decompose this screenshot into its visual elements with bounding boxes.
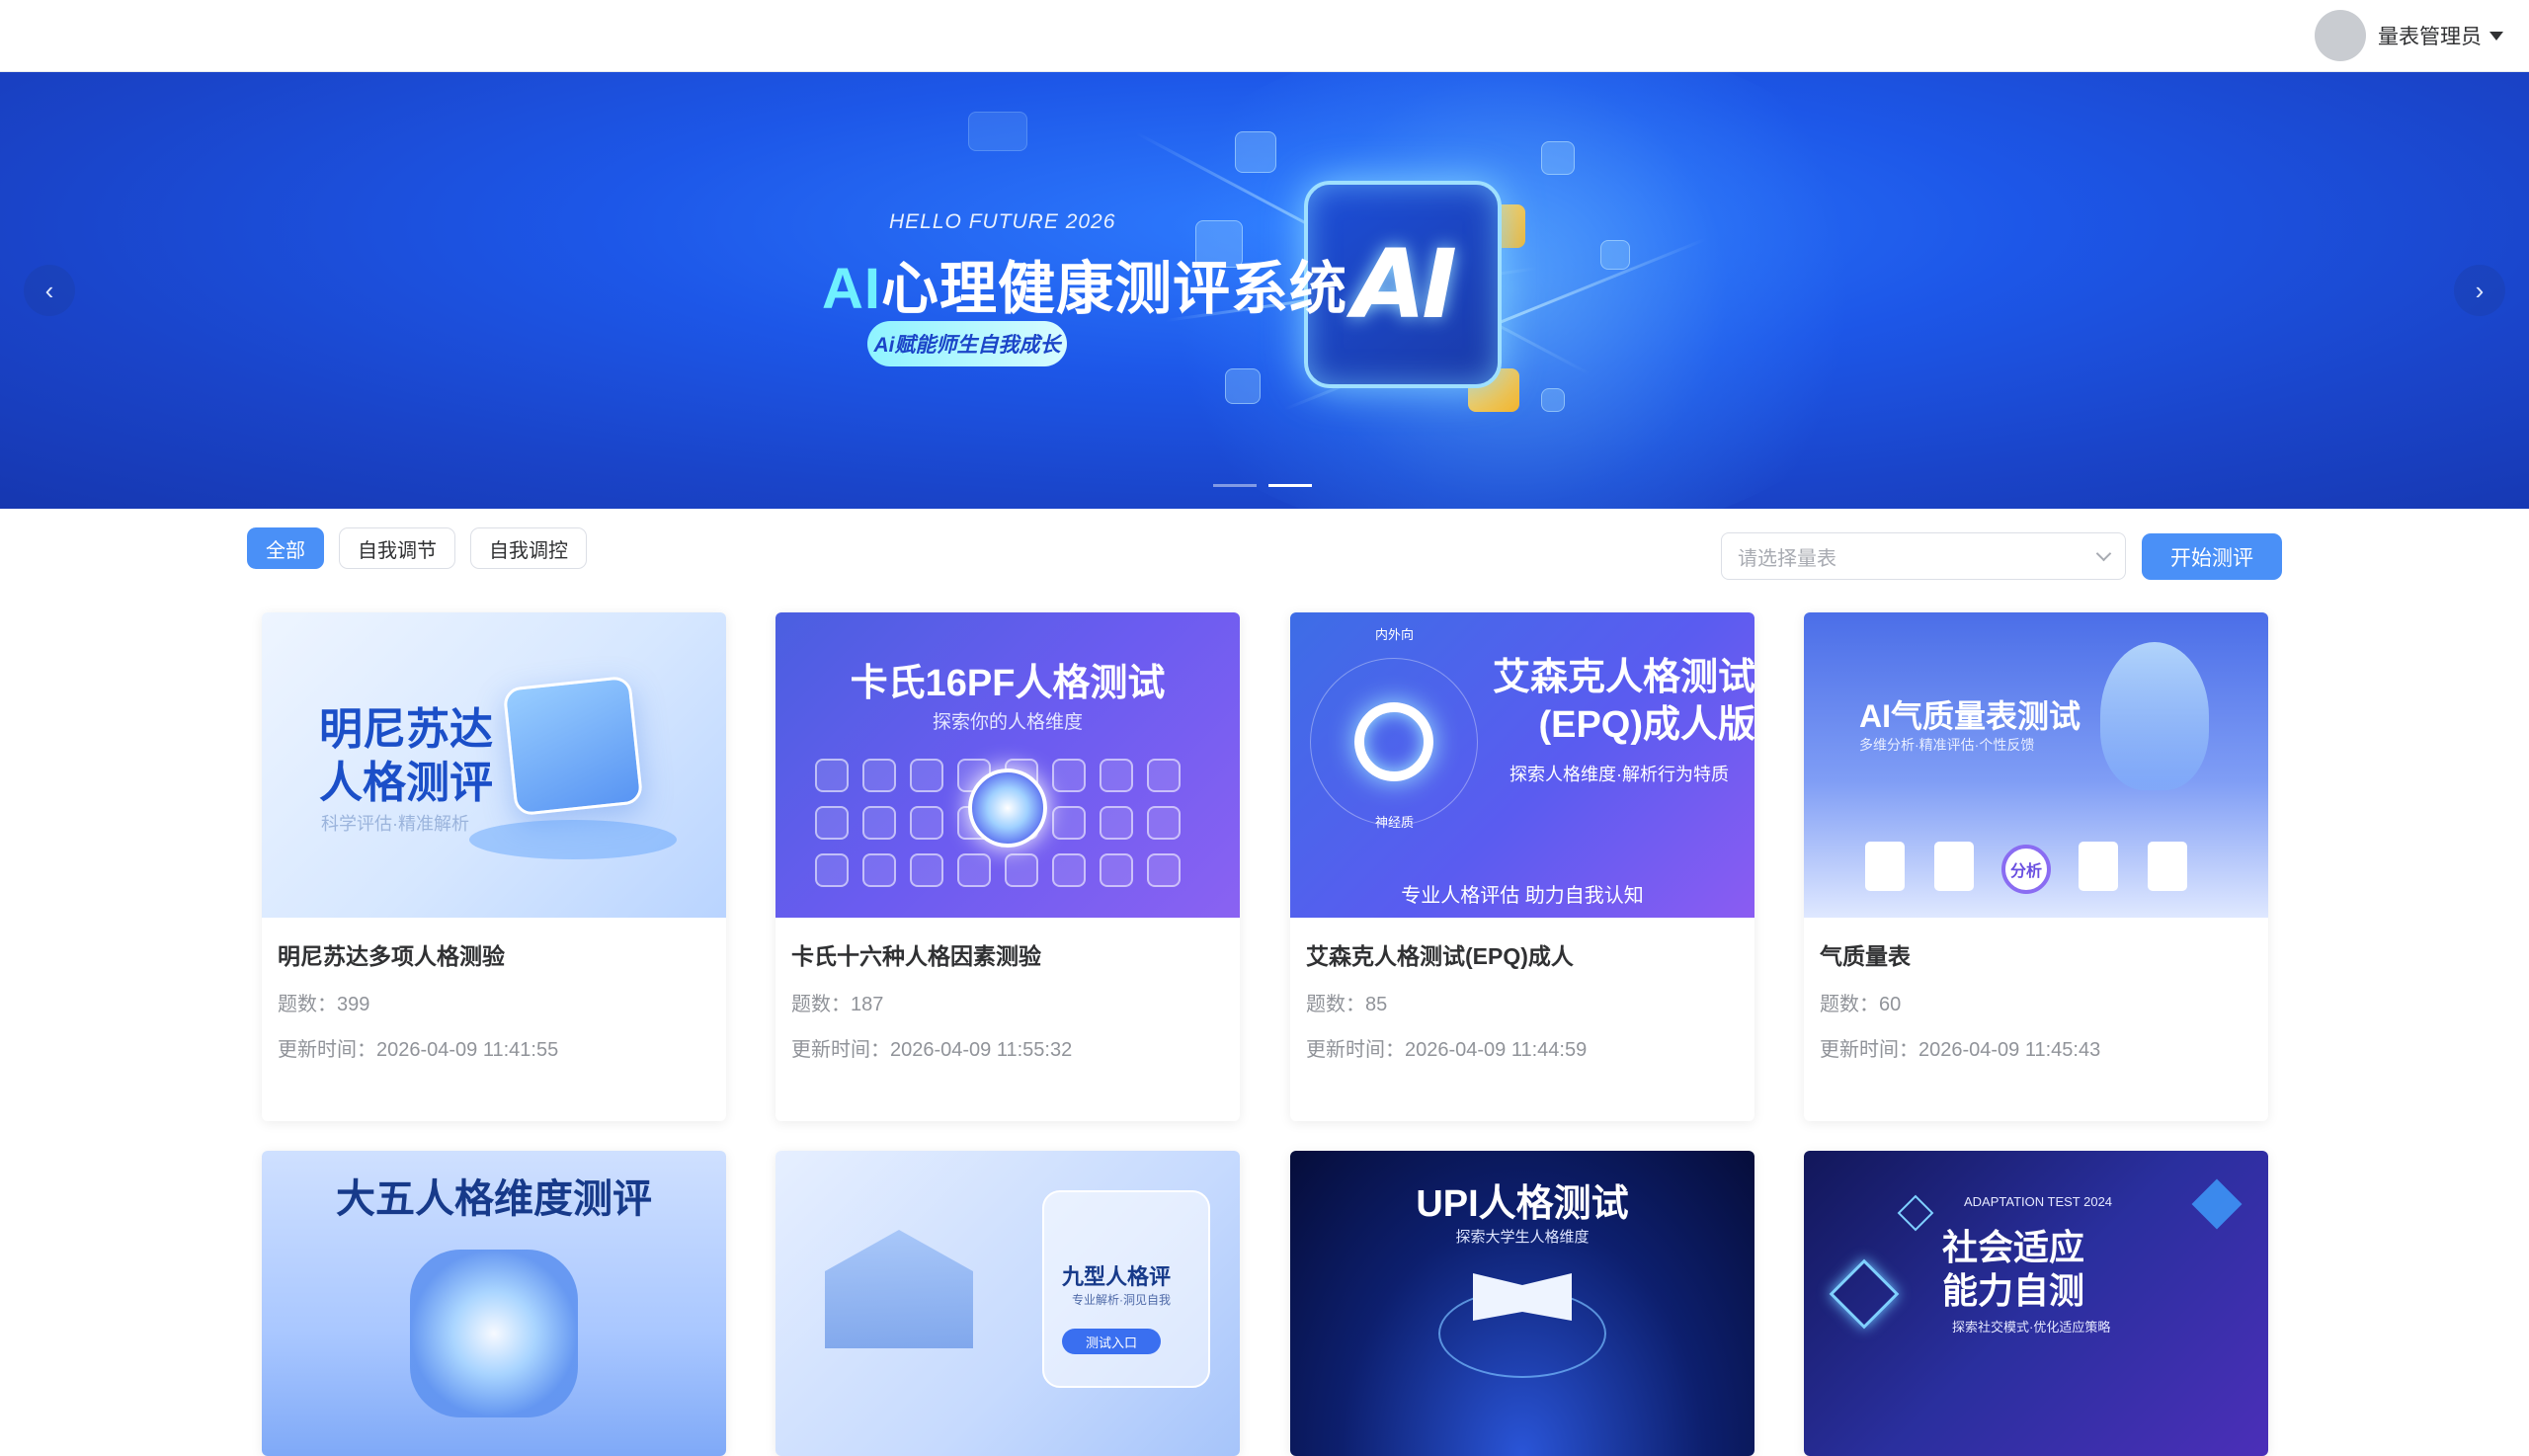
document-icon — [1934, 842, 1974, 891]
platform-illustration — [469, 820, 677, 859]
card-cover-image: 明尼苏达 人格测评 科学评估·精准解析 — [262, 612, 726, 918]
category-filters: 全部 自我调节 自我调控 — [247, 527, 587, 569]
updated-time: 更新时间：2026-04-09 11:44:59 — [1306, 1039, 1588, 1061]
chevron-down-icon — [2095, 545, 2112, 561]
floating-tile — [1541, 388, 1565, 412]
scale-card[interactable]: ADAPTATION TEST 2024 社会适应 能力自测 探索社交模式·优化… — [1804, 1151, 2268, 1456]
cover-subtitle: 探索大学生人格维度 — [1455, 1229, 1590, 1246]
cover-subtitle: 多维分析·精准评估·个性反馈 — [1859, 737, 2035, 753]
card-title: 明尼苏达多项人格测验 — [278, 943, 505, 969]
test-entry-badge: 测试入口 — [1062, 1329, 1161, 1354]
diamond-illustration — [1829, 1258, 1900, 1330]
document-icon — [1865, 842, 1905, 891]
cover-tag-top: 内外向 — [1375, 627, 1415, 642]
username[interactable]: 量表管理员 — [2378, 21, 2482, 50]
cover-subtitle: 探索你的人格维度 — [932, 712, 1083, 733]
floating-tile — [1225, 368, 1261, 404]
cover-title: 九型人格评 — [1062, 1264, 1172, 1289]
question-count: 题数：399 — [278, 994, 370, 1015]
card-cover-image: 卡氏16PF人格测试 探索你的人格维度 — [775, 612, 1240, 918]
scale-card[interactable]: 卡氏16PF人格测试 探索你的人格维度 卡氏十六种人格因素测验 题数：187 更… — [775, 612, 1240, 1121]
top-bar: 量表管理员 — [0, 0, 2529, 72]
cover-title: 卡氏16PF人格测试 — [850, 663, 1166, 704]
card-title: 艾森克人格测试(EPQ)成人 — [1306, 943, 1574, 969]
question-count: 题数：60 — [1820, 994, 1902, 1015]
glass-cube-illustration — [502, 675, 644, 817]
cover-footer: 专业人格评估 助力自我认知 — [1401, 885, 1644, 907]
floating-tile — [968, 112, 1027, 151]
octagon-illustration — [410, 1250, 578, 1417]
cover-kicker: ADAPTATION TEST 2024 — [1964, 1194, 2113, 1209]
card-cover-image: AI气质量表测试 多维分析·精准评估·个性反馈 分析 — [1804, 612, 2268, 918]
cube-illustration — [2191, 1178, 2243, 1230]
open-book-illustration — [1473, 1273, 1572, 1321]
scale-select-placeholder: 请选择量表 — [1738, 547, 1836, 570]
ai-head-illustration — [2100, 642, 2209, 790]
cover-subtitle: 科学评估·精准解析 — [321, 814, 469, 834]
user-menu[interactable]: 量表管理员 — [2315, 10, 2503, 61]
card-title: 卡氏十六种人格因素测验 — [791, 943, 1041, 969]
floating-tile — [1541, 141, 1575, 175]
scale-card[interactable]: AI气质量表测试 多维分析·精准评估·个性反馈 分析 气质量表 题数：60 更新… — [1804, 612, 2268, 1121]
cover-title: 明尼苏达 人格测评 — [319, 705, 493, 807]
carousel-next-button[interactable]: › — [2454, 265, 2505, 316]
scale-card[interactable]: 内外向 神经质 艾森克人格测试 (EPQ)成人版 探索人格维度·解析行为特质 专… — [1290, 612, 1754, 1121]
floating-tile — [1235, 131, 1276, 173]
carousel-indicators — [1213, 484, 1312, 487]
carousel-prev-button[interactable]: ‹ — [24, 265, 75, 316]
analysis-badge: 分析 — [2001, 845, 2051, 894]
filter-tag-all[interactable]: 全部 — [247, 527, 324, 569]
start-assessment-button[interactable]: 开始测评 — [2142, 533, 2282, 580]
question-count: 题数：187 — [791, 994, 884, 1015]
cover-title: AI气质量表测试 — [1859, 698, 2081, 734]
banner-kicker: HELLO FUTURE 2026 — [889, 210, 1116, 233]
card-cover-image: 大五人格维度测评 — [262, 1151, 726, 1456]
card-cover-image: UPI人格测试 探索大学生人格维度 — [1290, 1151, 1754, 1456]
card-cover-image: 内外向 神经质 艾森克人格测试 (EPQ)成人版 探索人格维度·解析行为特质 专… — [1290, 612, 1754, 918]
cover-subtitle: 探索人格维度·解析行为特质 — [1509, 765, 1729, 784]
updated-time: 更新时间：2026-04-09 11:45:43 — [1820, 1039, 2101, 1061]
headline-ai: AI — [822, 257, 881, 321]
card-title: 气质量表 — [1820, 943, 1911, 969]
cover-tag-bottom: 神经质 — [1375, 815, 1415, 830]
card-cover-image: ADAPTATION TEST 2024 社会适应 能力自测 探索社交模式·优化… — [1804, 1151, 2268, 1456]
diamond-illustration — [1897, 1194, 1934, 1232]
scale-card[interactable]: 大五人格维度测评 — [262, 1151, 726, 1456]
updated-time: 更新时间：2026-04-09 11:41:55 — [278, 1039, 559, 1061]
building-illustration — [825, 1230, 973, 1348]
cover-subtitle: 专业解析·洞见自我 — [1072, 1293, 1171, 1307]
banner-tagline: Ai赋能师生自我成长 — [867, 321, 1067, 366]
filter-tag-self-control[interactable]: 自我调控 — [470, 527, 587, 569]
cover-title: 大五人格维度测评 — [336, 1177, 652, 1221]
scale-select[interactable]: 请选择量表 — [1721, 532, 2126, 580]
filter-tag-self-regulation[interactable]: 自我调节 — [339, 527, 455, 569]
document-icon — [2079, 842, 2118, 891]
cover-title: 艾森克人格测试 (EPQ)成人版 — [1493, 657, 1754, 746]
dial-core-illustration — [1354, 702, 1433, 781]
caret-down-icon[interactable] — [2489, 31, 2503, 40]
document-icon — [2148, 842, 2187, 891]
headline-rest: 心理健康测评系统 — [881, 257, 1348, 321]
scale-card[interactable]: 明尼苏达 人格测评 科学评估·精准解析 明尼苏达多项人格测验 题数：399 更新… — [262, 612, 726, 1121]
carousel-dot[interactable] — [1213, 484, 1257, 487]
avatar[interactable] — [2315, 10, 2366, 61]
card-cover-image: 九型人格评 专业解析·洞见自我 测试入口 — [775, 1151, 1240, 1456]
cover-title: 社会适应 能力自测 — [1942, 1227, 2085, 1311]
updated-time: 更新时间：2026-04-09 11:55:32 — [791, 1039, 1073, 1061]
cover-subtitle: 探索社交模式·优化适应策略 — [1952, 1320, 2111, 1335]
hero-banner-carousel[interactable]: AI HELLO FUTURE 2026 AI心理健康测评系统 Ai赋能师生自我… — [0, 72, 2529, 509]
cover-title: UPI人格测试 — [1416, 1183, 1629, 1225]
power-icon — [968, 768, 1047, 848]
carousel-dot-active[interactable] — [1268, 484, 1312, 487]
banner-headline: AI心理健康测评系统 — [822, 242, 1347, 325]
scale-card[interactable]: UPI人格测试 探索大学生人格维度 — [1290, 1151, 1754, 1456]
scale-card[interactable]: 九型人格评 专业解析·洞见自我 测试入口 — [775, 1151, 1240, 1456]
question-count: 题数：85 — [1306, 994, 1388, 1015]
floating-tile — [1600, 240, 1630, 270]
